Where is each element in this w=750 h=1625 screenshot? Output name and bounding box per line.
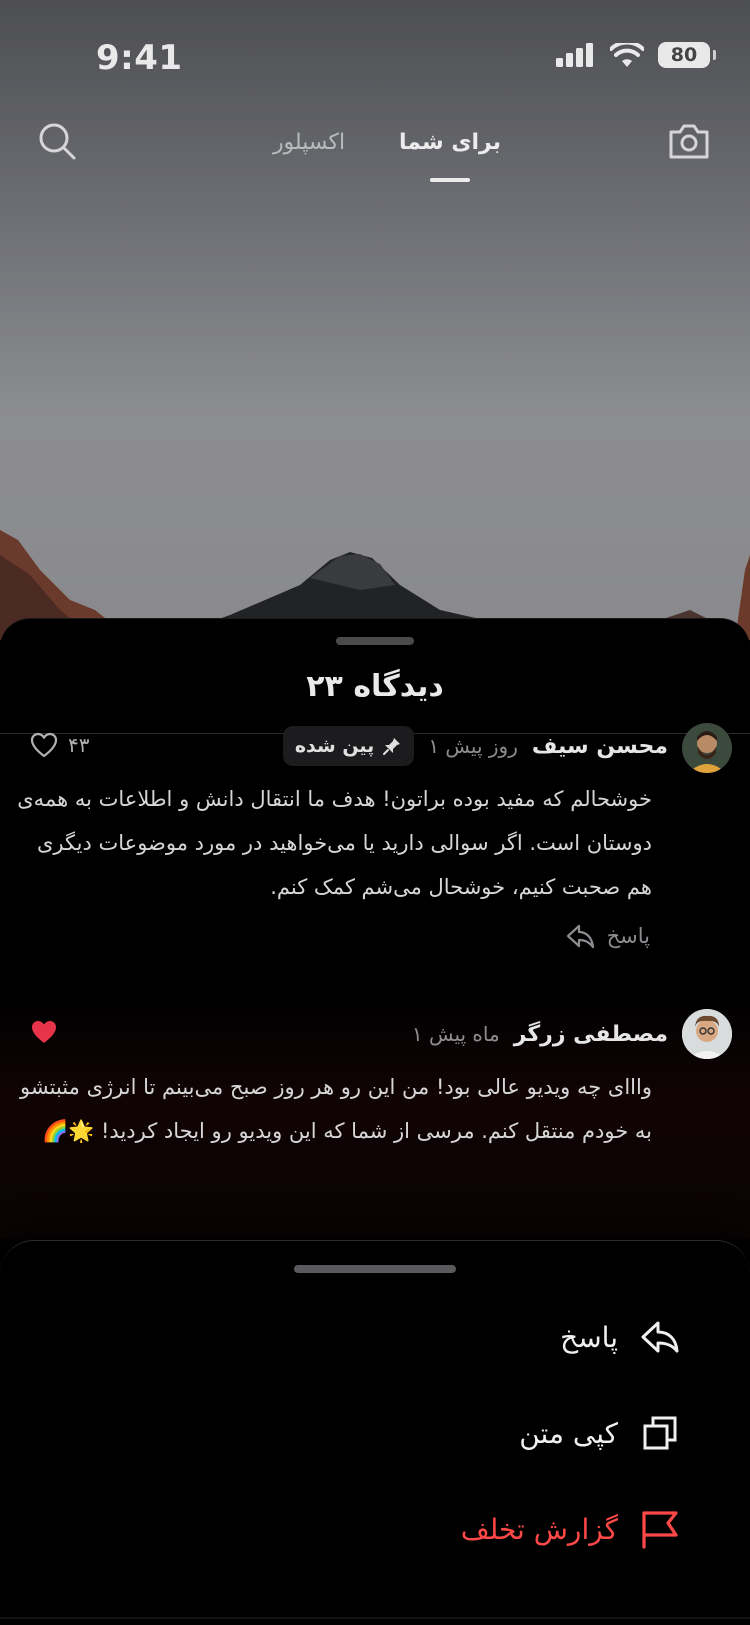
like-control[interactable]: ۴۳ [30, 732, 89, 758]
status-time: 9:41 [96, 38, 183, 78]
status-icons: 80 [556, 42, 716, 68]
heart-filled-icon[interactable] [30, 1019, 58, 1045]
comment-actions-sheet: پاسخ کپی متن گزارش تخلف [0, 1240, 750, 1625]
pinned-label: پین شده [294, 735, 375, 757]
comment-text: وااای چه ویدیو عالی بود! من این رو هر رو… [20, 1075, 652, 1143]
wifi-icon [610, 43, 644, 67]
avatar[interactable] [682, 723, 732, 773]
tab-explore[interactable]: اکسپلور [254, 130, 364, 155]
action-label: کپی متن [519, 1416, 618, 1450]
camera-icon[interactable] [666, 118, 712, 164]
bottom-edge [0, 1617, 750, 1619]
cellular-signal-icon [556, 43, 593, 67]
flag-icon [636, 1505, 684, 1553]
reply-button[interactable]: پاسخ [565, 923, 650, 949]
comment-header: محسن سیف ۱ روز پیش پین شده [282, 726, 668, 766]
sheet-drag-handle[interactable] [294, 1265, 456, 1273]
search-icon[interactable] [34, 118, 80, 164]
pin-icon [383, 738, 401, 755]
pinned-badge: پین شده [282, 726, 415, 766]
action-copy-text[interactable]: کپی متن [519, 1409, 684, 1457]
reply-icon [636, 1313, 684, 1361]
mountain-landscape-image [0, 530, 750, 640]
avatar[interactable] [682, 1009, 732, 1059]
comment-time: ۱ روز پیش [428, 734, 518, 758]
action-reply[interactable]: پاسخ [560, 1313, 684, 1361]
comment-text: خوشحالم که مفید بوده براتون! هدف ما انتق… [17, 787, 652, 899]
action-label: گزارش تخلف [460, 1512, 618, 1546]
like-count: ۴۳ [68, 733, 90, 757]
heart-outline-icon[interactable] [30, 732, 58, 758]
tab-for-you[interactable]: برای شما [398, 130, 502, 155]
video-background [0, 0, 750, 640]
reply-label: پاسخ [606, 924, 650, 948]
active-tab-indicator [430, 178, 470, 182]
comment-author[interactable]: مصطفی زرگر [514, 1022, 668, 1047]
comment-author[interactable]: محسن سیف [532, 734, 668, 759]
action-report[interactable]: گزارش تخلف [461, 1505, 684, 1553]
reply-icon [566, 924, 594, 949]
sheet-drag-handle[interactable] [336, 637, 414, 645]
like-control[interactable] [30, 1019, 58, 1045]
action-label: پاسخ [560, 1320, 618, 1354]
top-navigation: اکسپلور برای شما [0, 110, 750, 190]
comment-time: ۱ ماه پیش [411, 1022, 500, 1046]
comment-header: مصطفی زرگر ۱ ماه پیش [412, 1014, 668, 1054]
comments-count-title: ۲۳ دیدگاه [306, 669, 444, 704]
battery-indicator: 80 [658, 42, 716, 68]
copy-icon [636, 1409, 684, 1457]
